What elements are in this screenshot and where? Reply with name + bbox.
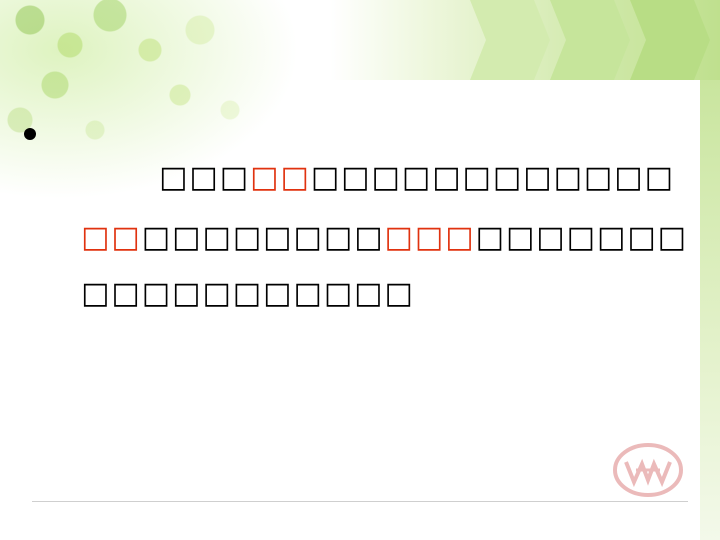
slide-text-line-3: □□□□□□□□□□□ xyxy=(58,234,415,314)
footer-divider xyxy=(32,501,688,502)
right-side-bar xyxy=(700,80,720,540)
text-run: □□□□□□□ xyxy=(475,220,689,255)
corporate-logo-watermark xyxy=(613,443,683,497)
text-run: □□□□□□□□□□□ xyxy=(81,276,415,311)
bullet-dot-icon xyxy=(24,128,36,140)
